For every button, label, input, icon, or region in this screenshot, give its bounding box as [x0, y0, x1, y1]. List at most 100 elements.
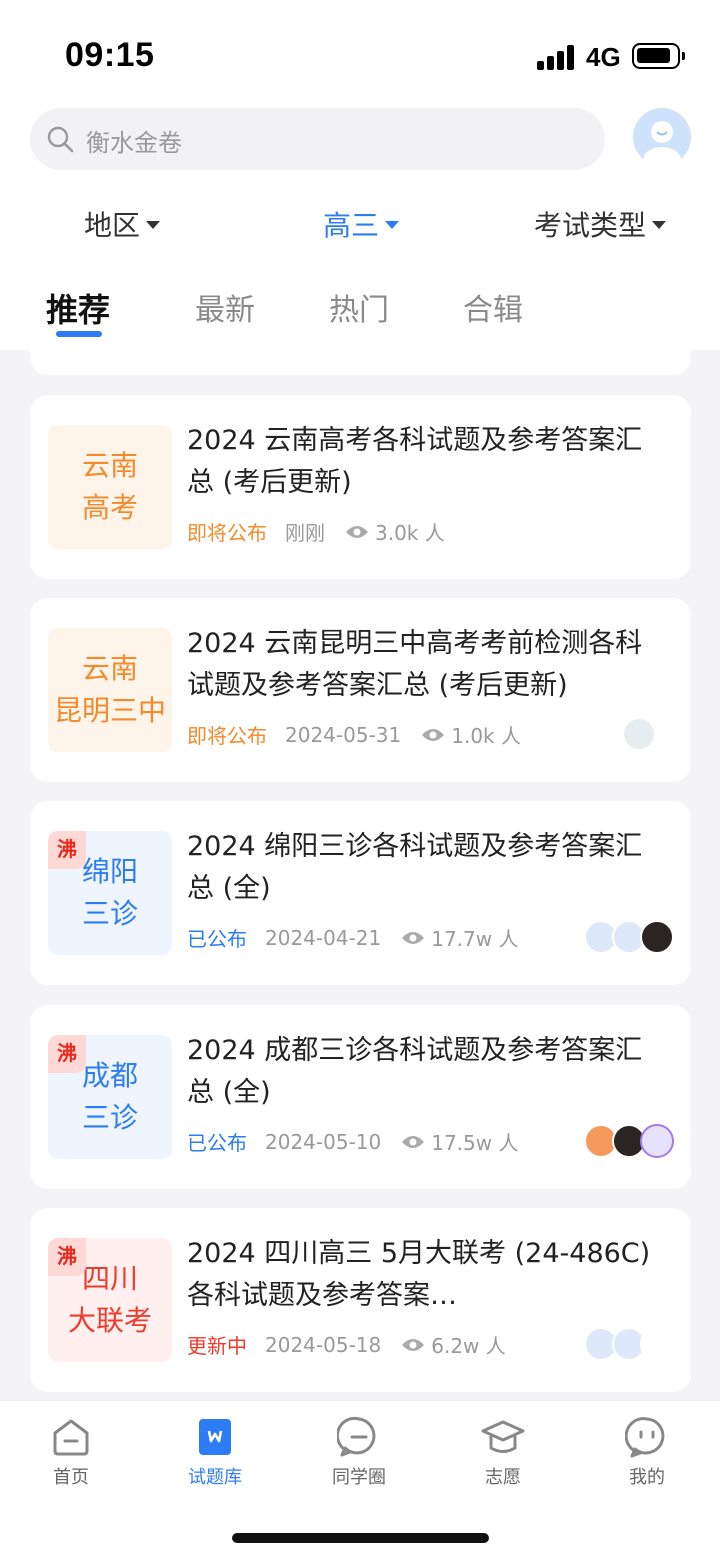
- viewer-avatars: [584, 1124, 674, 1158]
- exam-thumbnail: 云南 昆明三中: [48, 628, 172, 752]
- thumb-line-2: 高考: [81, 491, 138, 524]
- status-time: 09:15: [65, 36, 155, 74]
- exam-meta: 已公布 2024-05-10 17.5w 人: [187, 1127, 518, 1156]
- filter-exam-type-label: 考试类型: [534, 209, 647, 242]
- viewer-avatars: [622, 717, 656, 751]
- tab-active-indicator: [56, 331, 102, 337]
- tab-recommended[interactable]: 推荐: [46, 285, 110, 331]
- nav-home-label: 首页: [53, 1467, 89, 1488]
- view-count: 17.5w 人: [431, 1131, 519, 1155]
- exam-date: 2024-05-18: [265, 1332, 382, 1357]
- caret-down-icon: [385, 221, 400, 229]
- avatar: [622, 717, 656, 751]
- cellular-signal-icon: [537, 44, 577, 70]
- tab-popular[interactable]: 热门: [329, 285, 389, 329]
- list-item[interactable]: [30, 350, 691, 375]
- eye-icon: [402, 1135, 425, 1148]
- thumb-line-1: 云南: [81, 449, 138, 482]
- nav-me-label: 我的: [629, 1467, 665, 1488]
- exam-meta: 即将公布 刚刚 3.0k 人: [187, 517, 445, 546]
- exam-thumbnail: 沸 成都三诊: [48, 1035, 172, 1159]
- tab-latest[interactable]: 最新: [195, 285, 255, 329]
- exam-date: 2024-05-10: [265, 1129, 382, 1154]
- nav-me[interactable]: 我的: [597, 1415, 697, 1489]
- eye-icon: [402, 931, 425, 944]
- viewer-avatars: [584, 1327, 674, 1361]
- chat-bubble-icon: [337, 1416, 376, 1457]
- search-placeholder: 衡水金卷: [86, 129, 182, 157]
- exam-thumbnail: 云南 高考: [48, 425, 172, 549]
- exam-date: 刚刚: [285, 521, 325, 545]
- thumb-line-1: 绵阳: [81, 855, 138, 888]
- eye-icon: [346, 525, 368, 538]
- thumb-line-1: 四川: [81, 1262, 138, 1295]
- status-badge: 即将公布: [187, 521, 267, 545]
- thumb-line-2: 三诊: [81, 1101, 138, 1134]
- nav-home[interactable]: 首页: [21, 1415, 121, 1489]
- nav-question-bank[interactable]: 试题库: [165, 1415, 265, 1489]
- avatar: [640, 1327, 674, 1361]
- nav-volunteer[interactable]: 志愿: [453, 1415, 553, 1489]
- hot-badge: 沸: [48, 1238, 86, 1276]
- status-bar: 09:15 4G: [0, 0, 720, 100]
- search-input[interactable]: 衡水金卷: [30, 108, 605, 170]
- profile-face-icon: [625, 1417, 665, 1458]
- user-avatar[interactable]: [633, 108, 691, 166]
- filter-bar: 地区 高三 考试类型: [0, 200, 720, 250]
- avatar-face-icon: [643, 121, 681, 166]
- search-icon: [47, 126, 74, 153]
- list-item[interactable]: 云南高考 2024 云南高考各科试题及参考答案汇总 (考后更新) 即将公布 刚刚…: [30, 395, 691, 579]
- exam-title: 2024 绵阳三诊各科试题及参考答案汇总 (全): [187, 831, 643, 904]
- status-badge: 更新中: [187, 1334, 247, 1358]
- list-item[interactable]: 沸 四川大联考 2024 四川高三 5月大联考 (24-486C) 各科试题及参…: [30, 1208, 691, 1392]
- filter-region-label: 地区: [84, 209, 141, 242]
- exam-title: 2024 四川高三 5月大联考 (24-486C) 各科试题及参考答案…: [187, 1238, 651, 1311]
- status-badge: 即将公布: [187, 724, 267, 748]
- home-icon: [53, 1419, 89, 1456]
- thumb-line-1: 成都: [81, 1059, 138, 1092]
- exam-title: 2024 成都三诊各科试题及参考答案汇总 (全): [187, 1035, 643, 1108]
- exam-meta: 即将公布 2024-05-31 1.0k 人: [187, 720, 521, 749]
- status-badge: 已公布: [187, 927, 247, 951]
- caret-down-icon: [146, 221, 161, 229]
- hot-badge: 沸: [48, 1035, 86, 1073]
- view-count: 6.2w 人: [431, 1334, 506, 1358]
- nav-question-bank-label: 试题库: [188, 1467, 242, 1488]
- home-indicator: [232, 1533, 489, 1543]
- header-area: 09:15 4G 衡水金卷 地区 高三 考试类型 推荐 最新 热门 合辑: [0, 0, 720, 350]
- nav-volunteer-label: 志愿: [485, 1467, 521, 1488]
- caret-down-icon: [652, 221, 667, 229]
- tab-collections[interactable]: 合辑: [463, 285, 523, 329]
- avatar: [640, 1124, 674, 1158]
- nav-classmates[interactable]: 同学圈: [309, 1415, 409, 1489]
- view-count: 3.0k 人: [375, 521, 445, 545]
- list-item[interactable]: 沸 绵阳三诊 2024 绵阳三诊各科试题及参考答案汇总 (全) 已公布 2024…: [30, 801, 691, 985]
- list-item[interactable]: 云南 昆明三中 2024 云南昆明三中高考考前检测各科试题及参考答案汇总 (考后更…: [30, 598, 691, 782]
- hot-badge: 沸: [48, 831, 86, 869]
- exam-meta: 已公布 2024-04-21 17.7w 人: [187, 923, 518, 952]
- eye-icon: [402, 1338, 425, 1351]
- exam-meta: 更新中 2024-05-18 6.2w 人: [187, 1330, 506, 1359]
- avatar: [640, 920, 674, 954]
- filter-region[interactable]: 地区: [84, 204, 161, 244]
- list-item[interactable]: 沸 成都三诊 2024 成都三诊各科试题及参考答案汇总 (全) 已公布 2024…: [30, 1005, 691, 1189]
- filter-exam-type[interactable]: 考试类型: [534, 204, 667, 244]
- view-count: 17.7w 人: [431, 927, 519, 951]
- network-type: 4G: [586, 42, 621, 72]
- tab-bar: 推荐 最新 热门 合辑: [0, 285, 720, 345]
- filter-grade[interactable]: 高三: [323, 204, 400, 244]
- exam-title: 2024 云南高考各科试题及参考答案汇总 (考后更新): [187, 425, 643, 498]
- exam-thumbnail: 沸 四川大联考: [48, 1238, 172, 1362]
- viewer-avatars: [584, 920, 674, 954]
- nav-classmates-label: 同学圈: [332, 1467, 386, 1488]
- eye-icon: [422, 728, 445, 741]
- thumb-line-2: 昆明三中: [53, 694, 166, 727]
- thumb-line-2: 三诊: [81, 897, 138, 930]
- battery-icon: [632, 43, 685, 69]
- status-badge: 已公布: [187, 1131, 247, 1155]
- exam-list: 云南高考 2024 云南高考各科试题及参考答案汇总 (考后更新) 即将公布 刚刚…: [0, 350, 720, 1400]
- graduation-cap-icon: [481, 1420, 525, 1453]
- thumb-line-2: 大联考: [67, 1304, 152, 1337]
- view-count: 1.0k 人: [451, 724, 521, 748]
- exam-date: 2024-04-21: [265, 925, 382, 950]
